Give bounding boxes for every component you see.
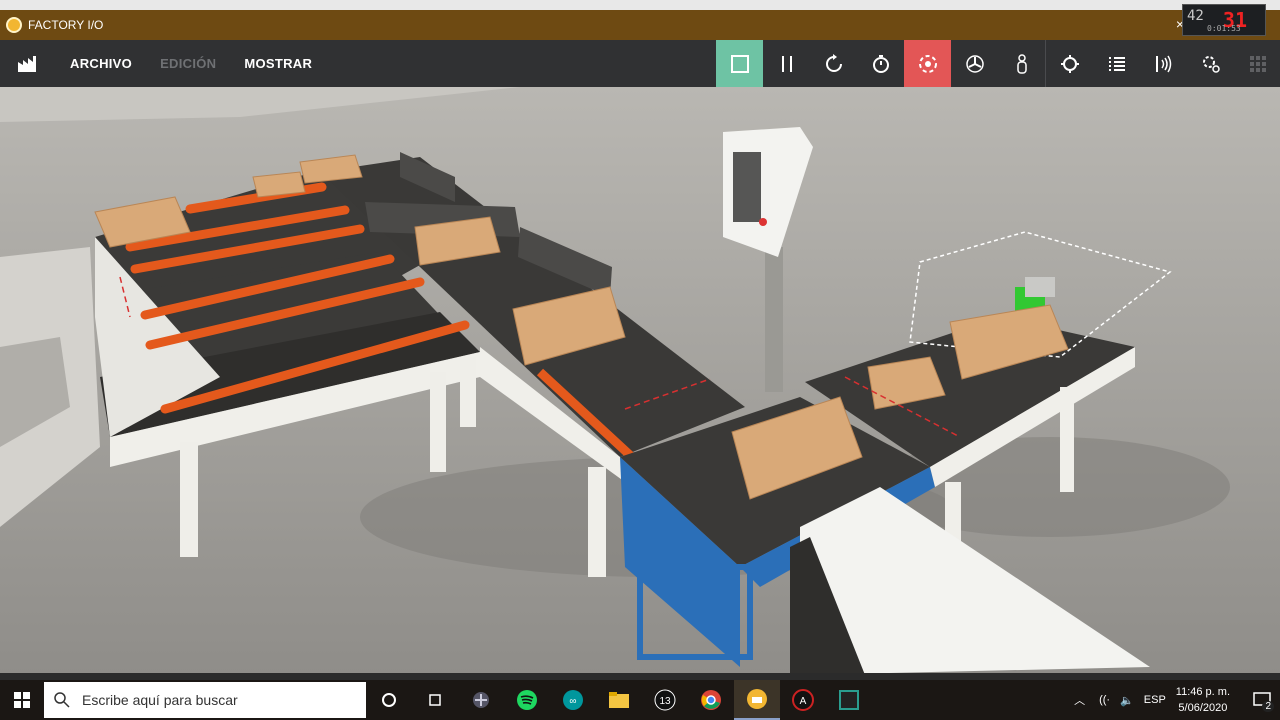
taskbar-app-xplane[interactable] <box>458 680 504 720</box>
volume-icon[interactable]: 🔈 <box>1120 694 1134 707</box>
taskbar-app-generic[interactable] <box>826 680 872 720</box>
clock-elapsed: 0:01:53 <box>1207 24 1241 33</box>
chrome-icon <box>701 690 721 710</box>
browser-strip <box>0 0 1280 10</box>
search-placeholder: Escribe aquí para buscar <box>82 692 238 708</box>
taskbar-search[interactable]: Escribe aquí para buscar <box>44 682 366 718</box>
clock-left-value: 42 <box>1187 8 1204 24</box>
status-strip <box>0 673 1280 680</box>
window-title: FACTORY I/O <box>28 18 104 32</box>
notification-count: 2 <box>1262 701 1274 712</box>
window-titlebar: FACTORY I/O × <box>0 10 1280 40</box>
network-icon[interactable]: ((· <box>1099 694 1110 706</box>
svg-text:13: 13 <box>659 696 671 707</box>
grid-icon <box>1249 55 1266 72</box>
cortana-icon <box>382 693 396 707</box>
camera-orbit-button[interactable] <box>904 40 951 87</box>
reset-button[interactable] <box>810 40 857 87</box>
list-button[interactable] <box>1093 40 1140 87</box>
menu-mostrar[interactable]: MOSTRAR <box>230 56 326 71</box>
search-icon <box>54 692 70 708</box>
camera-orbit-icon <box>918 54 937 73</box>
overlay-clock-widget: 42 31 0:01:53 <box>1182 4 1266 36</box>
taskbar-app-acrobat[interactable]: A <box>780 680 826 720</box>
taskbar-app-factoryio[interactable] <box>734 680 780 720</box>
language-indicator[interactable]: ESP <box>1144 694 1166 706</box>
menu-edicion[interactable]: EDICIÓN <box>146 56 230 71</box>
factory-io-icon <box>747 689 767 709</box>
acrobat-icon: A <box>792 689 814 711</box>
list-icon <box>1108 56 1125 71</box>
factory-scene-graphic <box>0 87 1280 675</box>
tia-icon: 13 <box>654 689 676 711</box>
reset-icon <box>825 53 842 72</box>
svg-text:∞: ∞ <box>569 696 576 707</box>
taskbar-time: 11:46 p. m. <box>1175 686 1230 698</box>
chevron-up-icon[interactable]: ︿ <box>1074 692 1085 708</box>
stop-icon <box>730 54 749 73</box>
arduino-icon: ∞ <box>563 690 583 710</box>
menu-archivo[interactable]: ARCHIVO <box>56 56 146 71</box>
pause-icon <box>781 55 792 72</box>
grid-button[interactable] <box>1234 40 1280 87</box>
timer-button[interactable] <box>857 40 904 87</box>
taskbar-app-chrome[interactable] <box>688 680 734 720</box>
window-app-icon <box>839 690 859 710</box>
notification-button[interactable]: 2 <box>1244 680 1280 720</box>
settings-icon <box>1202 55 1220 73</box>
xplane-icon <box>473 692 489 708</box>
task-view-button[interactable] <box>412 680 458 720</box>
factory-io-logo-icon <box>6 17 22 33</box>
system-tray: ︿ ((· 🔈 ESP 11:46 p. m. 5/06/2020 2 <box>1074 680 1280 720</box>
taskbar-app-tia[interactable]: 13 <box>642 680 688 720</box>
sim-toolbar <box>716 40 1280 87</box>
folder-icon <box>609 692 629 708</box>
settings-button[interactable] <box>1187 40 1234 87</box>
windows-taskbar: Escribe aquí para buscar ∞ 13 A ︿ ((· 🔈 … <box>0 680 1280 720</box>
first-person-icon <box>1016 53 1027 74</box>
start-button[interactable] <box>0 680 44 720</box>
taskbar-date: 5/06/2020 <box>1178 702 1228 714</box>
timer-icon <box>872 54 889 73</box>
first-person-button[interactable] <box>998 40 1045 87</box>
taskbar-app-arduino[interactable]: ∞ <box>550 680 596 720</box>
stop-button[interactable] <box>716 40 763 87</box>
sensor-icon <box>1155 55 1171 72</box>
cortana-button[interactable] <box>366 680 412 720</box>
sensor-button[interactable] <box>1140 40 1187 87</box>
fan-icon <box>965 54 984 73</box>
spotify-icon <box>517 690 537 710</box>
taskbar-app-spotify[interactable] <box>504 680 550 720</box>
3d-viewport[interactable] <box>0 87 1280 675</box>
target-icon <box>1060 54 1079 73</box>
windows-logo-icon <box>14 692 30 708</box>
svg-text:A: A <box>800 696 807 707</box>
pause-button[interactable] <box>763 40 810 87</box>
taskbar-clock[interactable]: 11:46 p. m. 5/06/2020 <box>1176 684 1230 716</box>
taskbar-app-explorer[interactable] <box>596 680 642 720</box>
fan-button[interactable] <box>951 40 998 87</box>
target-button[interactable] <box>1046 40 1093 87</box>
task-view-icon <box>429 694 441 706</box>
factory-home-icon[interactable] <box>0 55 56 73</box>
